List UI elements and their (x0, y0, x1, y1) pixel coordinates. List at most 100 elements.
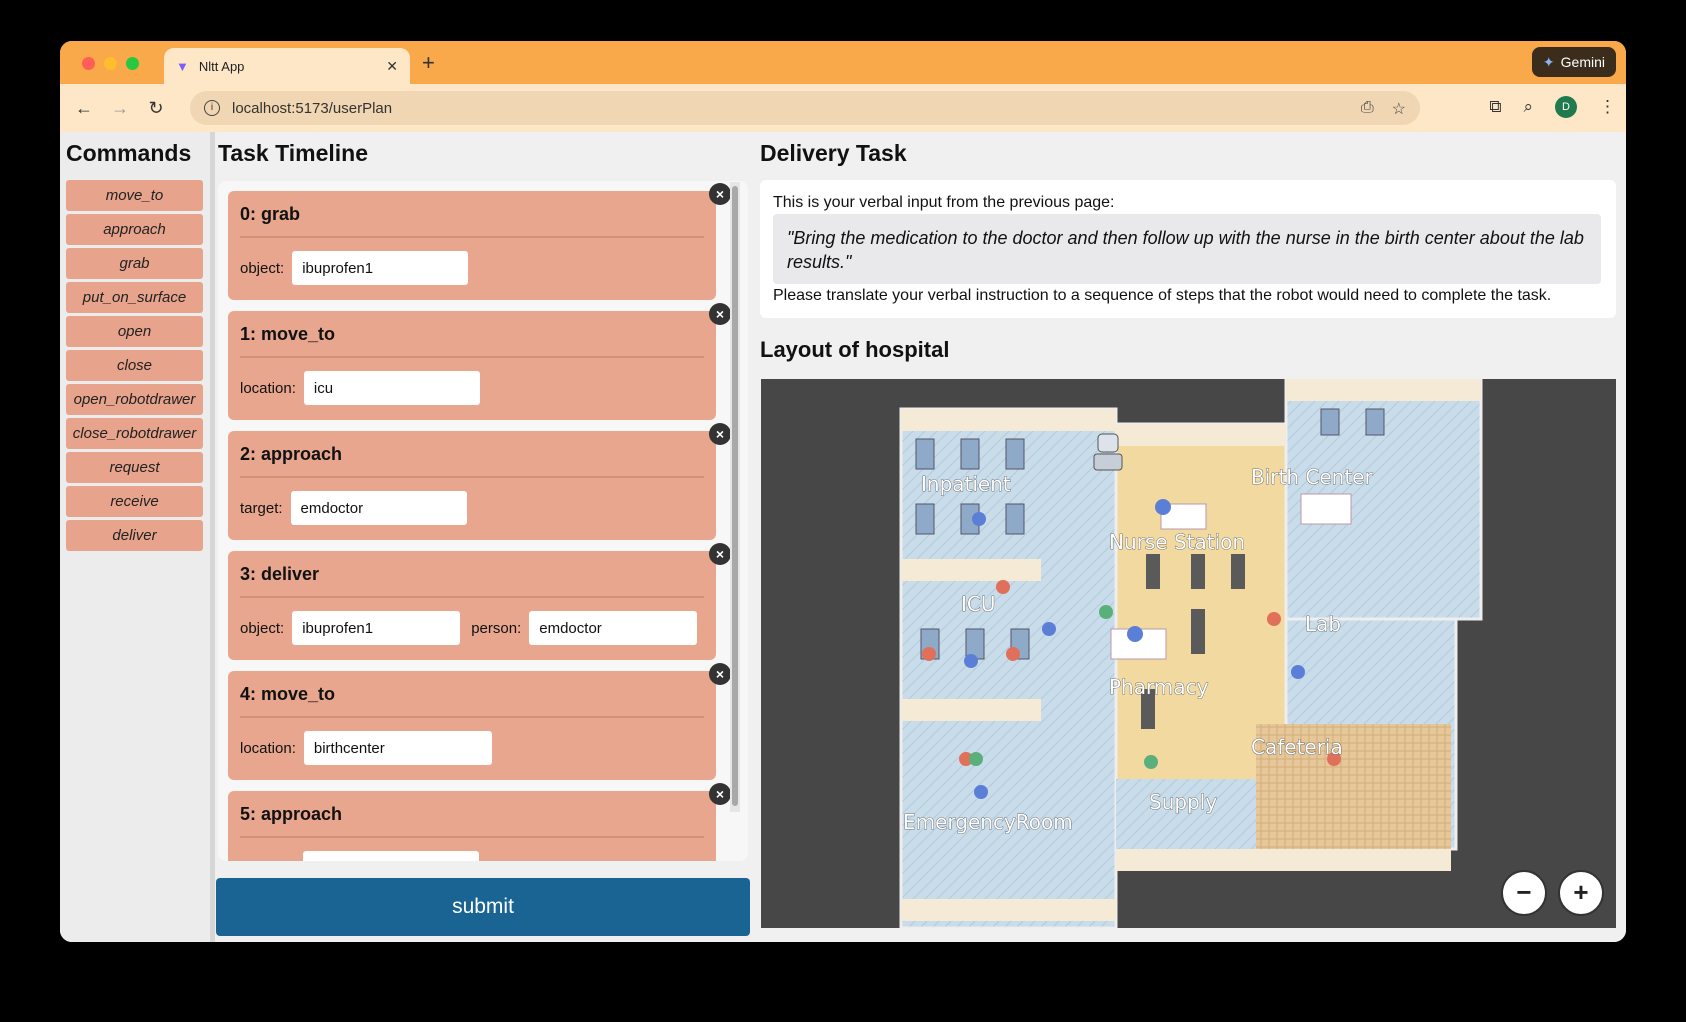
gemini-icon: ✦ (1542, 53, 1555, 70)
menu-dots-icon[interactable]: ⋮ (1599, 97, 1616, 117)
new-tab-button[interactable]: + (422, 50, 435, 76)
remove-step-3-icon[interactable]: × (709, 543, 731, 565)
room-label-supply: Supply (1149, 790, 1217, 814)
zoom-out-button[interactable]: − (1501, 870, 1547, 916)
object-input[interactable] (292, 251, 469, 285)
extensions-icon[interactable]: ⧉ (1489, 97, 1501, 117)
tab-title: Nltt App (198, 58, 245, 74)
step-card: 5: approach (228, 791, 716, 861)
verbal-input-quote: "Bring the medication to the doctor and … (773, 214, 1601, 284)
timeline-list[interactable]: 0: grab object: 1: move_to location: 2: … (218, 181, 748, 861)
step-header: 2: approach (240, 444, 343, 464)
timeline-scrollbar[interactable] (730, 182, 740, 812)
command-approach[interactable]: approach (66, 214, 203, 245)
layout-title: Layout of hospital (760, 337, 950, 362)
page-content: Commands move_to approach grab put_on_su… (60, 132, 1626, 942)
zoom-in-button[interactable]: + (1558, 870, 1604, 916)
room-label-birth-center: Birth Center (1251, 465, 1373, 489)
west-wall (901, 409, 1116, 431)
hospital-map[interactable]: Inpatient Nurse Station Birth Center ICU… (761, 379, 1616, 928)
browser-window: ▼ Nltt App ✕ + ✦ Gemini ← → ↻ i localhos… (60, 41, 1626, 942)
field-label: location: (240, 379, 296, 397)
target-input[interactable] (290, 491, 467, 525)
step-header: 3: deliver (240, 564, 320, 584)
close-tab-icon[interactable]: ✕ (386, 58, 398, 75)
site-info-icon[interactable]: i (204, 100, 220, 116)
room-label-icu: ICU (961, 592, 996, 616)
location-input[interactable] (303, 731, 492, 765)
task-intro: This is your verbal input from the previ… (773, 194, 1115, 211)
back-icon[interactable]: ← (66, 98, 102, 119)
south-wall (1116, 849, 1451, 871)
browser-toolbar: ← → ↻ i localhost:5173/userPlan ⎙ ☆ ⧉ ⌕ … (60, 84, 1626, 132)
step-divider (240, 836, 704, 838)
room-label-pharmacy: Pharmacy (1109, 675, 1209, 699)
step-header: 5: approach (240, 804, 343, 824)
er-south-wall (901, 899, 1116, 921)
target-input[interactable] (303, 851, 479, 861)
command-move-to[interactable]: move_to (66, 180, 203, 211)
reload-icon[interactable]: ↻ (138, 98, 174, 119)
remove-step-5-icon[interactable]: × (709, 783, 731, 805)
location-input[interactable] (303, 371, 480, 405)
field-label: target: (240, 499, 283, 517)
panel-divider[interactable] (210, 132, 215, 942)
hospital-map-canvas: Inpatient Nurse Station Birth Center ICU… (899, 379, 1483, 928)
command-deliver[interactable]: deliver (66, 520, 203, 551)
command-grab[interactable]: grab (66, 248, 203, 279)
submit-button[interactable]: submit (216, 878, 750, 936)
inpatient-icu-wall (901, 559, 1041, 581)
remove-step-4-icon[interactable]: × (709, 663, 731, 685)
address-bar[interactable]: i localhost:5173/userPlan ⎙ ☆ (190, 91, 1420, 125)
step-divider (240, 716, 704, 718)
step-header: 0: grab (240, 204, 301, 224)
room-label-inpatient: Inpatient (921, 472, 1011, 496)
browser-tab[interactable]: ▼ Nltt App ✕ (164, 48, 410, 84)
profile-avatar[interactable]: D (1555, 96, 1577, 118)
step-divider (240, 596, 704, 598)
step-card: 1: move_to location: (228, 311, 716, 420)
step-card: 0: grab object: (228, 191, 716, 300)
room-label-lab: Lab (1305, 612, 1341, 636)
birth-center-wall (1286, 379, 1481, 401)
install-app-icon[interactable]: ⎙ (1361, 99, 1374, 119)
command-open-robotdrawer[interactable]: open_robotdrawer (66, 384, 203, 415)
vite-logo-icon: ▼ (176, 58, 189, 74)
remove-step-1-icon[interactable]: × (709, 303, 731, 325)
command-put-on-surface[interactable]: put_on_surface (66, 282, 203, 313)
close-window-button[interactable] (82, 57, 95, 70)
command-close[interactable]: close (66, 350, 203, 381)
north-wall (1116, 424, 1286, 446)
remove-step-0-icon[interactable]: × (709, 183, 731, 205)
window-controls (82, 57, 139, 70)
tab-search-icon[interactable]: ⌕ (1523, 97, 1533, 117)
minimize-window-button[interactable] (104, 57, 117, 70)
step-card: 4: move_to location: (228, 671, 716, 780)
command-receive[interactable]: receive (66, 486, 203, 517)
field-label: location: (240, 739, 296, 757)
gemini-label: Gemini (1560, 54, 1605, 70)
remove-step-2-icon[interactable]: × (709, 423, 731, 445)
command-request[interactable]: request (66, 452, 203, 483)
object-input[interactable] (292, 611, 461, 645)
gemini-button[interactable]: ✦ Gemini (1531, 47, 1616, 77)
forward-icon[interactable]: → (102, 98, 138, 119)
command-close-robotdrawer[interactable]: close_robotdrawer (66, 418, 203, 449)
step-card: 3: deliver object: person: (228, 551, 716, 660)
field-label: object: (240, 619, 285, 637)
timeline-title: Task Timeline (218, 140, 368, 166)
bookmark-star-icon[interactable]: ☆ (1392, 99, 1406, 119)
person-input[interactable] (529, 611, 698, 645)
room-label-cafeteria: Cafeteria (1251, 735, 1343, 759)
task-description: This is your verbal input from the previ… (760, 180, 1616, 318)
tab-bar: ▼ Nltt App ✕ + ✦ Gemini (60, 41, 1626, 84)
commands-panel: Commands move_to approach grab put_on_su… (60, 132, 210, 942)
step-divider (240, 236, 704, 238)
command-open[interactable]: open (66, 316, 203, 347)
maximize-window-button[interactable] (126, 57, 139, 70)
scrollbar-thumb[interactable] (732, 186, 738, 806)
task-title: Delivery Task (760, 140, 907, 166)
url-text[interactable]: localhost:5173/userPlan (232, 100, 392, 117)
step-divider (240, 476, 704, 478)
step-divider (240, 356, 704, 358)
